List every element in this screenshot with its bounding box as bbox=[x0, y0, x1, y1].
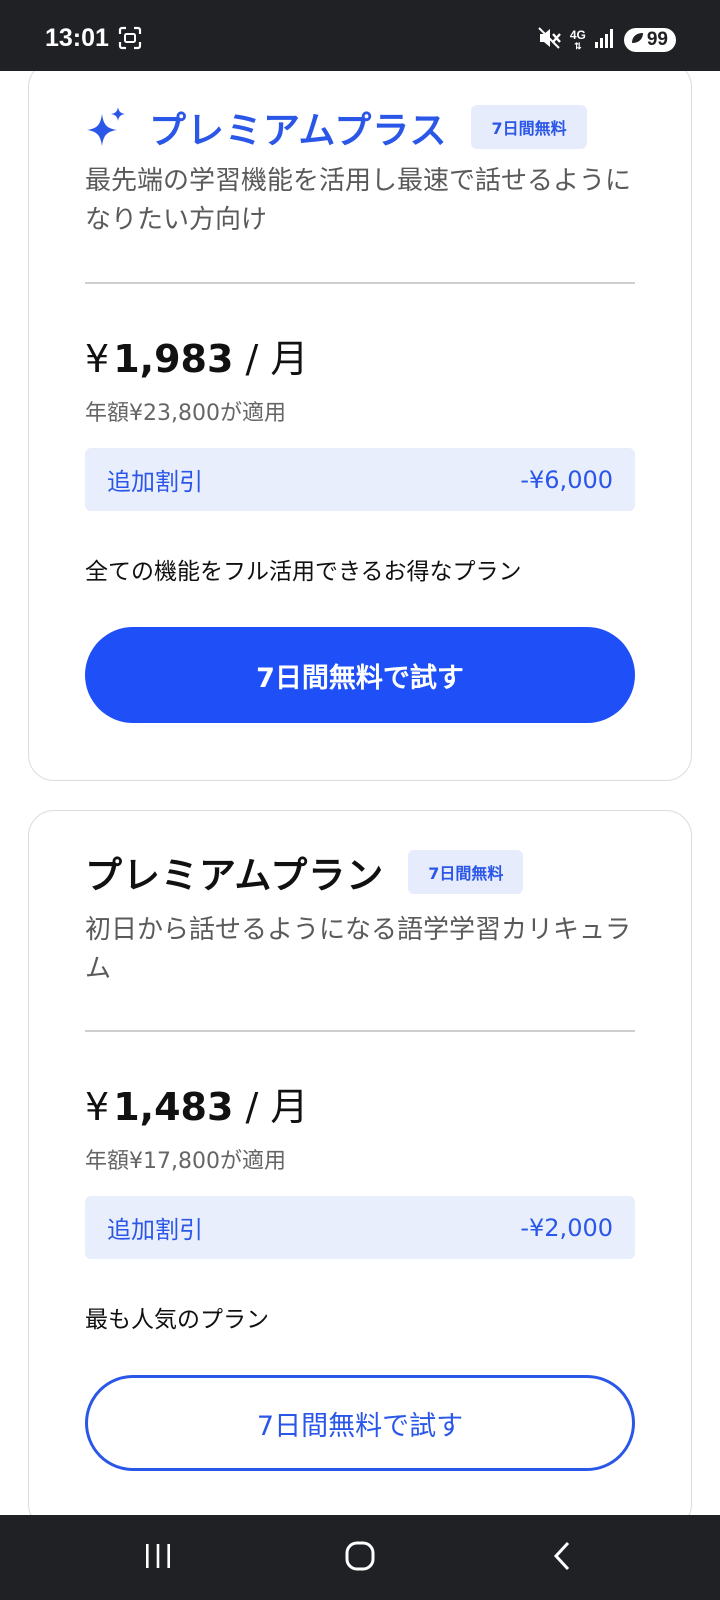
discount-row: 追加割引 -¥2,000 bbox=[85, 1196, 635, 1259]
free-trial-badge: 7日間無料 bbox=[471, 105, 587, 149]
battery-indicator: 99 bbox=[623, 28, 676, 52]
status-time: 13:01 bbox=[45, 24, 109, 52]
data-arrows-icon: ⇅ bbox=[574, 40, 582, 51]
discount-row: 追加割引 -¥6,000 bbox=[85, 448, 635, 511]
start-free-trial-button[interactable]: 7日間無料で試す bbox=[85, 627, 635, 723]
plan-title: プレミアムプラス bbox=[149, 109, 448, 152]
discount-label: 追加割引 bbox=[107, 1216, 203, 1244]
battery-leaf-icon bbox=[630, 29, 644, 51]
back-button[interactable] bbox=[522, 1515, 602, 1600]
plan-card-premium[interactable]: プレミアムプラン 7日間無料 初日から話せるようになる語学学習カリキュラム ¥1… bbox=[28, 810, 692, 1515]
plan-list[interactable]: プレミアムプラス 7日間無料 最先端の学習機能を活用し最速で話せるようになりたい… bbox=[0, 71, 720, 1515]
discount-label: 追加割引 bbox=[107, 468, 203, 496]
divider bbox=[85, 282, 635, 284]
battery-level: 99 bbox=[646, 29, 668, 50]
recent-apps-button[interactable] bbox=[118, 1515, 198, 1600]
navigation-bar bbox=[0, 1515, 720, 1600]
recent-apps-icon bbox=[143, 1542, 173, 1574]
monthly-price: ¥1,483 / 月 bbox=[85, 1085, 309, 1129]
free-trial-badge: 7日間無料 bbox=[408, 850, 524, 894]
network-type: 4G ⇅ bbox=[569, 27, 586, 51]
divider bbox=[85, 1030, 635, 1032]
plan-description: 最先端の学習機能を活用し最速で話せるようになりたい方向け bbox=[85, 166, 632, 235]
mute-icon bbox=[536, 25, 562, 55]
plan-tagline: 最も人気のプラン bbox=[85, 1307, 269, 1333]
home-icon bbox=[344, 1540, 376, 1576]
status-bar: 13:01 4G ⇅ 99 bbox=[0, 0, 720, 71]
start-free-trial-button[interactable]: 7日間無料で試す bbox=[85, 1375, 635, 1471]
back-icon bbox=[549, 1540, 575, 1576]
monthly-price: ¥1,983 / 月 bbox=[85, 337, 309, 381]
plan-description: 初日から話せるようになる語学学習カリキュラム bbox=[85, 915, 632, 984]
plan-tagline: 全ての機能をフル活用できるお得なプラン bbox=[85, 559, 522, 585]
screenshot-icon bbox=[118, 26, 142, 54]
plan-title: プレミアムプラン bbox=[85, 854, 385, 897]
plan-card-premium-plus[interactable]: プレミアムプラス 7日間無料 最先端の学習機能を活用し最速で話せるようになりたい… bbox=[28, 71, 692, 781]
discount-value: -¥6,000 bbox=[520, 465, 613, 494]
discount-value: -¥2,000 bbox=[520, 1213, 613, 1242]
annual-price-note: 年額¥17,800が適用 bbox=[85, 1149, 286, 1174]
signal-icon bbox=[594, 27, 616, 53]
annual-price-note: 年額¥23,800が適用 bbox=[85, 401, 286, 426]
home-button[interactable] bbox=[320, 1515, 400, 1600]
sparkle-icon bbox=[85, 106, 127, 148]
